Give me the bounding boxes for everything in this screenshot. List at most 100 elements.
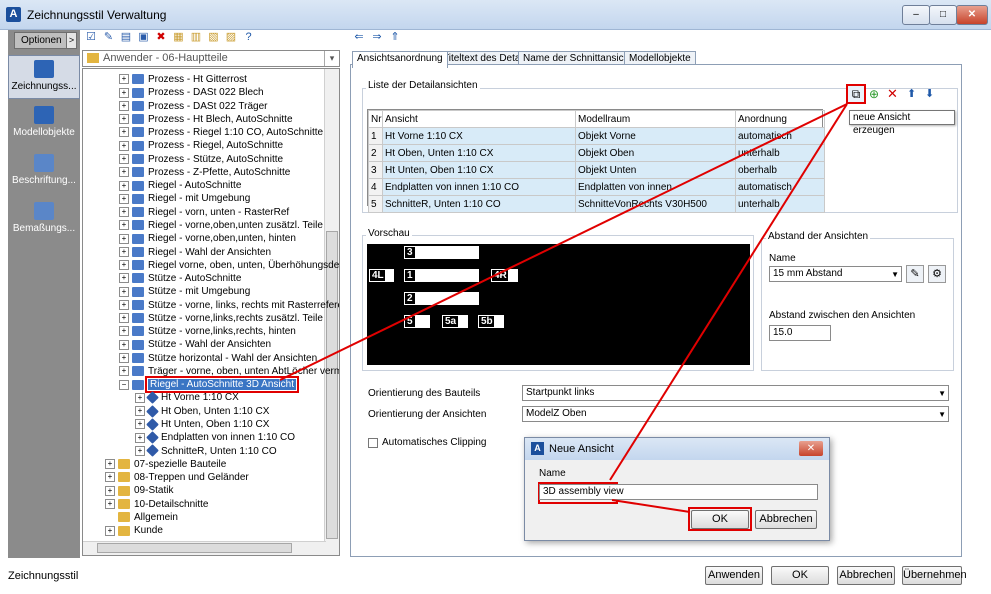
expand-icon[interactable]: + [135, 445, 145, 456]
help-icon[interactable]: ? [242, 30, 256, 44]
close-button[interactable]: ✕ [956, 5, 988, 25]
ok-button[interactable]: OK [771, 566, 829, 585]
tree-scroll-thumb[interactable] [326, 231, 338, 539]
spacing-settings-button[interactable]: ⚙ [928, 265, 946, 283]
sidebar-item-drawing-style[interactable]: Zeichnungss... [8, 55, 80, 99]
expand-icon[interactable]: + [135, 419, 145, 430]
move-down-icon[interactable]: ⬇ [925, 87, 934, 100]
tree-item[interactable]: + Riegel - vorne,oben,unten zusätzl. Teil… [119, 219, 323, 232]
tree-item[interactable]: + Ht Unten, Oben 1:10 CX [135, 418, 269, 431]
add-icon[interactable]: ⊕ [869, 87, 879, 101]
expand-icon[interactable]: + [119, 167, 129, 178]
tree-horizontal-scrollbar[interactable] [83, 541, 326, 555]
expand-icon[interactable]: + [119, 339, 129, 350]
options-button[interactable]: Optionen [14, 32, 72, 49]
apply-button[interactable]: Anwenden [705, 566, 763, 585]
expand-icon[interactable]: + [105, 525, 115, 536]
list-icon[interactable]: ▤ [119, 30, 133, 44]
tree-item[interactable]: + Riegel vorne, oben, unten, Überhöhungsd… [119, 259, 339, 272]
detail-views-table[interactable]: Nr Ansicht Modellraum Anordnung 1 Ht Vorne 1:… [367, 109, 825, 213]
tree-item[interactable]: + Riegel - vorne,oben,unten, hinten [119, 232, 296, 245]
dialog-ok-button[interactable]: OK [691, 510, 749, 529]
tree-item[interactable]: − Riegel - AutoSchnitte 3D Ansicht [119, 376, 299, 394]
tree-item[interactable]: + Stütze - vorne,links,rechts zusätzl. Te… [119, 312, 323, 325]
paste-icon[interactable]: ▧ [207, 30, 221, 44]
grid-icon[interactable]: ▦ [172, 30, 186, 44]
tree-item[interactable]: + Prozess - Ht Blech, AutoSchnitte [119, 113, 293, 126]
sidebar-item-dimension[interactable]: Bemaßungs... [8, 198, 80, 238]
tree-item[interactable]: + Riegel - Wahl der Ansichten [119, 246, 271, 259]
new-icon[interactable]: ▣ [137, 30, 151, 44]
tree-item[interactable]: +10-Detailschnitte [105, 498, 208, 511]
tree-item[interactable]: + Prozess - Stütze, AutoSchnitte [119, 153, 283, 166]
expand-icon[interactable]: + [119, 153, 129, 164]
expand-icon[interactable]: + [135, 432, 145, 443]
table-row[interactable]: 3 Ht Unten, Oben 1:10 CX Objekt Unten oberh… [368, 161, 825, 179]
expand-icon[interactable]: + [119, 74, 129, 85]
tree-item[interactable]: Allgemein [105, 511, 178, 524]
options-arrow-button[interactable]: > [66, 32, 77, 49]
tree-item[interactable]: + Prozess - Ht Gitterrost [119, 73, 247, 86]
dialog-name-input[interactable]: 3D assembly view [539, 484, 818, 500]
tree-vertical-scrollbar[interactable] [324, 69, 339, 555]
tree-item[interactable]: +09-Statik [105, 484, 173, 497]
column-header[interactable]: Nr [368, 110, 383, 128]
expand-icon[interactable]: + [119, 100, 129, 111]
tree-item[interactable]: + Stütze - AutoSchnitte [119, 272, 241, 285]
move-up-icon[interactable]: ⬆ [907, 87, 916, 100]
collapse-icon[interactable]: − [119, 379, 129, 390]
expand-icon[interactable]: + [119, 114, 129, 125]
tree-item[interactable]: + Riegel - vorn, unten - RasterRef [119, 206, 289, 219]
tree-item[interactable]: + Ht Vorne 1:10 CX [135, 391, 239, 405]
table-row[interactable]: 5 SchnitteR, Unten 1:10 CO SchnitteVonRech… [368, 195, 825, 213]
tree-item[interactable]: + Stütze - vorne, links, rechts mit Raste… [119, 299, 339, 312]
tree-item[interactable]: + Endplatten von innen 1:10 CO [135, 431, 295, 445]
forward-icon[interactable]: ⇒ [370, 30, 384, 44]
maximize-button[interactable]: □ [929, 5, 957, 25]
category-combo[interactable]: Anwender - 06-Hauptteile ▾ [82, 50, 340, 67]
table-row[interactable]: 1 Ht Vorne 1:10 CX Objekt Vorne automatisch [368, 127, 825, 145]
tree-item[interactable]: + Riegel - AutoSchnitte [119, 179, 241, 192]
expand-icon[interactable]: + [119, 127, 129, 138]
column-header[interactable]: Anordnung [735, 110, 825, 128]
dialog-close-button[interactable]: ✕ [799, 441, 823, 456]
column-header[interactable]: Modellraum [575, 110, 736, 128]
expand-icon[interactable]: + [119, 87, 129, 98]
delete-icon[interactable]: ✕ [887, 86, 898, 102]
tree-item[interactable]: + Stütze - mit Umgebung [119, 285, 250, 298]
expand-icon[interactable]: + [119, 260, 129, 271]
tree-item[interactable]: +07-spezielle Bauteile [105, 458, 226, 471]
expand-icon[interactable]: + [135, 392, 145, 403]
checkbox-icon[interactable]: ☑ [84, 30, 98, 44]
new-view-button[interactable]: ⧉ [846, 84, 866, 104]
expand-icon[interactable]: + [119, 233, 129, 244]
expand-icon[interactable]: + [119, 366, 129, 377]
tree-item[interactable]: + Riegel - mit Umgebung [119, 192, 250, 205]
column-header[interactable]: Ansicht [382, 110, 576, 128]
tree-item[interactable]: + Ht Oben, Unten 1:10 CX [135, 404, 269, 418]
table-row[interactable]: 4 Endplatten von innen 1:10 CO Endplatten … [368, 178, 825, 196]
cancel-button[interactable]: Abbrechen [837, 566, 895, 585]
tree-item[interactable]: + Stütze - Wahl der Ansichten [119, 338, 271, 351]
tree-item[interactable]: + Kunde [105, 524, 163, 537]
table-row[interactable]: 2 Ht Oben, Unten 1:10 CX Objekt Oben unterh… [368, 144, 825, 162]
tree-item[interactable]: + Prozess - DASt 022 Blech [119, 86, 264, 99]
tree-item[interactable]: + Prozess - Riegel 1:10 CO, AutoSchnitte [119, 126, 323, 139]
tab-0[interactable]: Ansichtsanordnung [352, 51, 448, 68]
minimize-button[interactable]: – [902, 5, 930, 25]
part-orientation-select[interactable]: Startpunkt links ▼ [522, 385, 949, 401]
edit-icon[interactable]: ✎ [102, 30, 116, 44]
expand-icon[interactable]: + [119, 140, 129, 151]
expand-icon[interactable]: + [119, 313, 129, 324]
delete-icon[interactable]: ✖ [154, 30, 168, 44]
expand-icon[interactable]: + [105, 472, 115, 483]
expand-icon[interactable]: + [135, 406, 145, 417]
up-icon[interactable]: ⇑ [388, 30, 402, 44]
edit-spacing-button[interactable]: ✎ [906, 265, 924, 283]
expand-icon[interactable]: + [105, 459, 115, 470]
tree-item[interactable]: + Prozess - Z-Pfette, AutoSchnitte [119, 166, 290, 179]
export-icon[interactable]: ▨ [224, 30, 238, 44]
between-input[interactable]: 15.0 [769, 325, 831, 341]
tree-item[interactable]: + Prozess - DASt 022 Träger [119, 100, 268, 113]
views-orientation-select[interactable]: ModelZ Oben ▼ [522, 406, 949, 422]
